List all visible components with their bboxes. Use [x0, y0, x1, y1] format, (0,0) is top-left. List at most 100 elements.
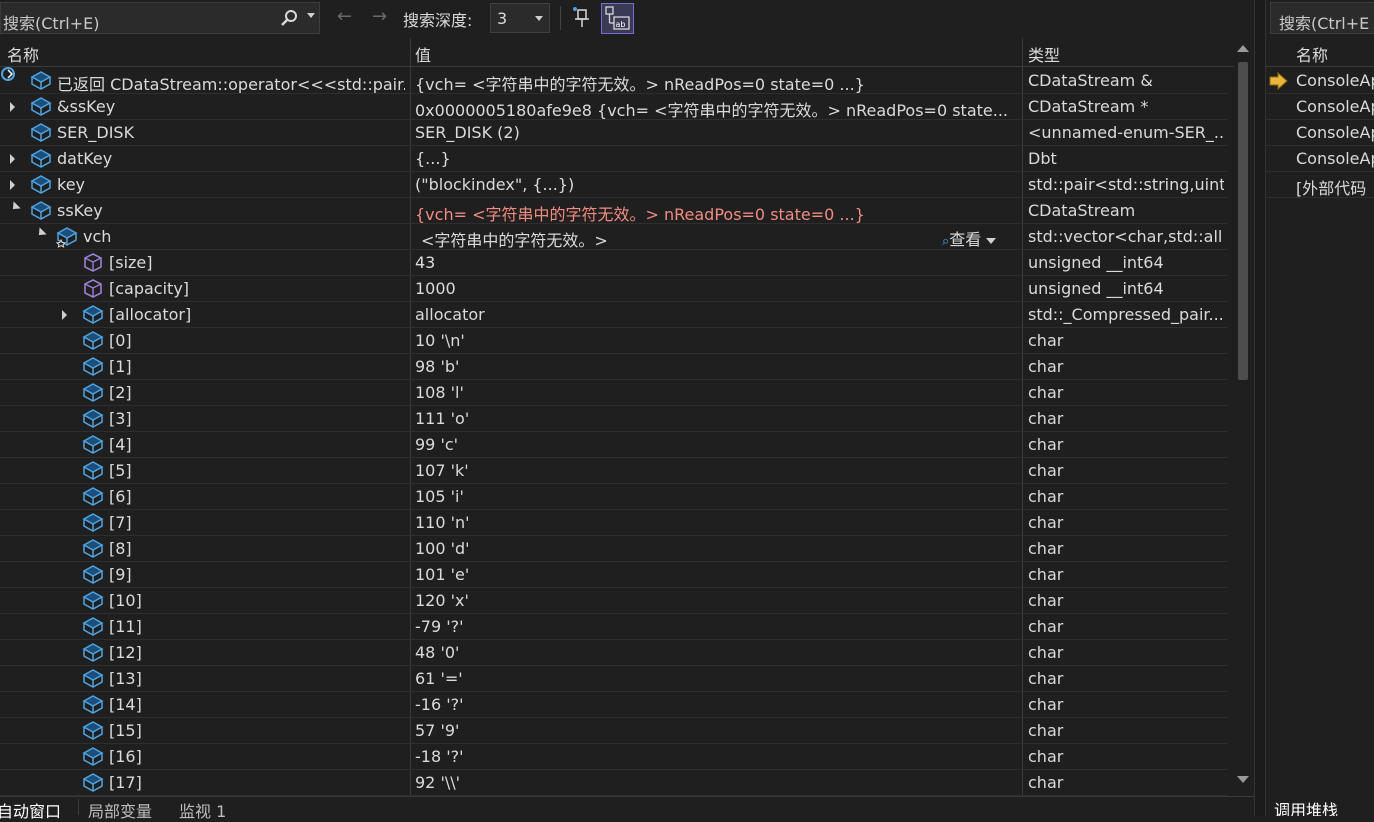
table-row[interactable]: ssKey {vch= <字符串中的字符无效。> nReadPos=0 state… — [0, 198, 1228, 224]
hex-display-toggle-icon[interactable]: ab — [601, 3, 634, 34]
row-value[interactable]: {...} — [415, 149, 1017, 168]
call-stack-frame[interactable]: [外部代码 — [1266, 172, 1374, 198]
row-value[interactable]: 105 'i' — [415, 487, 1017, 506]
row-name: [9] — [109, 565, 132, 584]
row-value[interactable]: -79 '?' — [415, 617, 1017, 636]
row-value[interactable]: 111 'o' — [415, 409, 1017, 428]
row-value[interactable]: 99 'c' — [415, 435, 1017, 454]
table-row[interactable]: [2] 108 'l' char — [0, 380, 1228, 406]
call-stack-frame[interactable]: ConsoleAp — [1266, 120, 1374, 146]
call-stack-frame[interactable]: ConsoleAp — [1266, 94, 1374, 120]
search-options-chevron-icon[interactable] — [307, 13, 315, 18]
table-row[interactable]: [6] 105 'i' char — [0, 484, 1228, 510]
search-depth-select[interactable]: 3 — [490, 3, 550, 33]
table-row[interactable]: key ("blockindex", {...}) std::pair<std::s… — [0, 172, 1228, 198]
column-header-type[interactable]: 类型 — [1028, 42, 1060, 66]
table-row[interactable]: [size] 43 unsigned __int64 — [0, 250, 1228, 276]
call-stack-frame-label: [外部代码 — [1296, 179, 1367, 198]
table-row[interactable]: [0] 10 '\n' char — [0, 328, 1228, 354]
table-row[interactable]: [1] 98 'b' char — [0, 354, 1228, 380]
vertical-scrollbar[interactable] — [1234, 40, 1252, 792]
row-name: [16] — [109, 747, 142, 766]
table-row[interactable]: [13] 61 '=' char — [0, 666, 1228, 692]
table-row[interactable]: [11] -79 '?' char — [0, 614, 1228, 640]
table-row[interactable]: [allocator] allocator std::_Compressed_pai… — [0, 302, 1228, 328]
row-value[interactable]: -16 '?' — [415, 695, 1017, 714]
table-row[interactable]: [3] 111 'o' char — [0, 406, 1228, 432]
expand-arrow-icon[interactable] — [62, 310, 67, 320]
row-value[interactable]: 110 'n' — [415, 513, 1017, 532]
row-value[interactable]: {vch= <字符串中的字符无效。> nReadPos=0 state=0 ..… — [415, 201, 1017, 225]
table-row[interactable]: [10] 120 'x' char — [0, 588, 1228, 614]
pin-icon[interactable] — [570, 4, 596, 30]
table-row[interactable]: [8] 100 'd' char — [0, 536, 1228, 562]
table-row[interactable]: [12] 48 '0' char — [0, 640, 1228, 666]
row-type: std::vector<char,std::all... — [1028, 227, 1224, 246]
row-value[interactable]: SER_DISK (2) — [415, 123, 1017, 142]
row-name: [1] — [109, 357, 132, 376]
search-forward-arrow-icon[interactable]: → — [372, 6, 387, 27]
tab-call-stack[interactable]: 调用堆栈 — [1274, 797, 1338, 816]
expand-arrow-icon[interactable] — [10, 180, 15, 190]
row-value[interactable]: 43 — [415, 253, 1017, 272]
row-value[interactable]: -18 '?' — [415, 747, 1017, 766]
table-row[interactable]: [capacity] 1000 unsigned __int64 — [0, 276, 1228, 302]
table-row[interactable]: [5] 107 'k' char — [0, 458, 1228, 484]
scroll-down-icon[interactable] — [1237, 776, 1249, 783]
table-row[interactable]: [4] 99 'c' char — [0, 432, 1228, 458]
table-row[interactable]: vch <字符串中的字符无效。> ⌕查看 std::vector<char,std:… — [0, 224, 1228, 250]
call-stack-search-input[interactable]: 搜索(Ctrl+E — [1270, 2, 1374, 34]
column-header-name[interactable]: 名称 — [7, 42, 39, 66]
row-type: std::_Compressed_pair... — [1028, 305, 1224, 324]
row-value[interactable]: 120 'x' — [415, 591, 1017, 610]
scrollbar-thumb[interactable] — [1238, 62, 1248, 380]
row-value[interactable]: 57 '9' — [415, 721, 1017, 740]
row-name: [11] — [109, 617, 142, 636]
row-value[interactable]: allocator — [415, 305, 1017, 324]
row-value[interactable]: 100 'd' — [415, 539, 1017, 558]
collapse-arrow-icon[interactable] — [9, 201, 21, 213]
table-row[interactable]: [14] -16 '?' char — [0, 692, 1228, 718]
call-stack-header-name[interactable]: 名称 — [1296, 42, 1328, 66]
call-stack-frame[interactable]: ConsoleAp — [1266, 68, 1374, 94]
tab-locals[interactable]: 局部变量 — [88, 798, 152, 822]
row-value[interactable]: 61 '=' — [415, 669, 1017, 688]
search-input[interactable]: 搜索(Ctrl+E) — [0, 2, 320, 34]
call-stack-frame[interactable]: ConsoleAp — [1266, 146, 1374, 172]
expand-arrow-icon[interactable] — [10, 154, 15, 164]
tab-autos[interactable]: 自动窗口 — [0, 798, 61, 822]
tab-watch-1[interactable]: 监视 1 — [179, 798, 226, 822]
row-value[interactable]: 101 'e' — [415, 565, 1017, 584]
row-type: std::pair<std::string,uint... — [1028, 175, 1224, 194]
row-value[interactable]: 48 '0' — [415, 643, 1017, 662]
table-row[interactable]: [7] 110 'n' char — [0, 510, 1228, 536]
row-value[interactable]: 108 'l' — [415, 383, 1017, 402]
variable-field-icon — [82, 694, 104, 716]
row-value[interactable]: {vch= <字符串中的字符无效。> nReadPos=0 state=0 ..… — [415, 71, 1017, 95]
table-row[interactable]: SER_DISK SER_DISK (2) <unnamed-enum-SER_..… — [0, 120, 1228, 146]
collapse-arrow-icon[interactable] — [35, 227, 47, 239]
table-row[interactable]: 已返回 CDataStream::operator<<<std::pair...… — [0, 67, 1228, 95]
table-row[interactable]: [16] -18 '?' char — [0, 744, 1228, 770]
row-value[interactable]: 1000 — [415, 279, 1017, 298]
search-icon[interactable] — [279, 9, 299, 33]
row-value[interactable]: ("blockindex", {...}) — [415, 175, 1017, 194]
row-value[interactable]: 0x0000005180afe9e8 {vch= <字符串中的字符无效。> nR… — [415, 97, 1017, 121]
scroll-up-icon[interactable] — [1237, 45, 1249, 52]
row-value[interactable]: 107 'k' — [415, 461, 1017, 480]
text-visualizer-button[interactable]: ⌕查看 — [942, 226, 997, 250]
expand-arrow-icon[interactable] — [10, 102, 15, 112]
search-back-arrow-icon[interactable]: ← — [337, 6, 352, 27]
table-row[interactable]: [17] 92 '\\' char — [0, 770, 1228, 796]
row-value[interactable]: 98 'b' — [415, 357, 1017, 376]
pane-splitter[interactable] — [1254, 0, 1266, 816]
table-row[interactable]: [9] 101 'e' char — [0, 562, 1228, 588]
call-stack-frame-label: ConsoleAp — [1296, 123, 1374, 142]
table-row[interactable]: datKey {...} Dbt — [0, 146, 1228, 172]
column-header-value[interactable]: 值 — [415, 42, 431, 66]
row-value[interactable]: 10 '\n' — [415, 331, 1017, 350]
row-value[interactable]: <字符串中的字符无效。> — [421, 227, 931, 251]
row-value[interactable]: 92 '\\' — [415, 773, 1017, 792]
table-row[interactable]: [15] 57 '9' char — [0, 718, 1228, 744]
table-row[interactable]: &ssKey 0x0000005180afe9e8 {vch= <字符串中的字符无… — [0, 94, 1228, 120]
